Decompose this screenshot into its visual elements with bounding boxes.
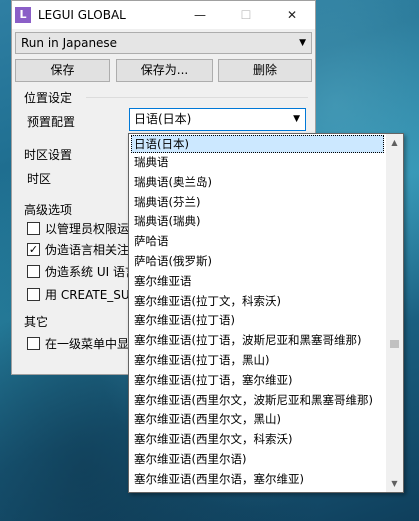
list-item[interactable]: 塞尔维亚语(拉丁语，波斯尼亚和黑塞哥维那) bbox=[129, 331, 386, 351]
option-create-suspended[interactable]: 用 CREATE_SUSP bbox=[27, 286, 133, 303]
list-item[interactable]: 塞尔维亚语(拉丁语，黑山) bbox=[129, 351, 386, 371]
checkbox[interactable]: ✓ bbox=[27, 243, 40, 256]
scroll-up-icon[interactable]: ▲ bbox=[386, 134, 403, 151]
option-label: 伪造系统 UI 语言 bbox=[45, 265, 133, 279]
advanced-group-title: 高级选项 bbox=[24, 203, 73, 217]
minimize-button[interactable]: — bbox=[177, 1, 223, 29]
checkbox[interactable] bbox=[27, 222, 40, 235]
other-group-title: 其它 bbox=[24, 315, 49, 329]
preset-label: 预置配置 bbox=[27, 115, 76, 129]
list-item[interactable]: 瑞典语(芬兰) bbox=[129, 193, 386, 213]
close-icon: ✕ bbox=[286, 8, 298, 22]
option-run-as-admin[interactable]: 以管理员权限运 bbox=[27, 220, 133, 237]
preset-select-value: 日语(日本) bbox=[134, 112, 192, 126]
option-fake-language[interactable]: ✓ 伪造语言相关注 bbox=[27, 241, 133, 258]
list-item[interactable]: 瑞典语(奥兰岛) bbox=[129, 173, 386, 193]
list-item[interactable]: 塞尔维亚语(西里尔文，黑山) bbox=[129, 410, 386, 430]
list-item[interactable]: 日语(日本) bbox=[131, 135, 384, 153]
checkbox[interactable] bbox=[27, 337, 40, 350]
scrollbar-thumb[interactable] bbox=[390, 340, 399, 348]
save-as-button[interactable]: 保存为... bbox=[116, 59, 213, 82]
timezone-label: 时区 bbox=[27, 172, 52, 186]
list-item[interactable]: 塞尔维亚语(拉丁语) bbox=[129, 311, 386, 331]
dropdown-scrollbar[interactable]: ▲ ▼ bbox=[386, 134, 403, 492]
option-fake-ui-language[interactable]: 伪造系统 UI 语言 bbox=[27, 263, 133, 280]
profile-select[interactable]: Run in Japanese ▼ bbox=[15, 32, 312, 54]
maximize-button: ☐ bbox=[223, 1, 269, 29]
list-item[interactable]: 塞尔维亚语(西里尔文，波斯尼亚和黑塞哥维那) bbox=[129, 391, 386, 411]
group-divider bbox=[86, 97, 308, 98]
option-label: 用 CREATE_SUSP bbox=[45, 288, 133, 302]
list-item[interactable]: 塞尔维亚语(拉丁语，塞尔维亚) bbox=[129, 371, 386, 391]
chevron-down-icon: ▼ bbox=[299, 38, 306, 48]
minimize-icon: — bbox=[194, 8, 206, 22]
profile-select-value: Run in Japanese bbox=[21, 36, 118, 50]
scroll-down-icon[interactable]: ▼ bbox=[386, 475, 403, 492]
option-show-in-menu[interactable]: 在一级菜单中显 bbox=[27, 335, 133, 352]
location-group-title: 位置设定 bbox=[24, 91, 73, 105]
option-label: 伪造语言相关注 bbox=[45, 243, 130, 257]
preset-dropdown-list[interactable]: 日语(日本) 瑞典语 瑞典语(奥兰岛) 瑞典语(芬兰) 瑞典语(瑞典) 萨哈语 … bbox=[128, 133, 404, 493]
list-item[interactable]: 萨哈语(俄罗斯) bbox=[129, 252, 386, 272]
timezone-group-title: 时区设置 bbox=[24, 148, 73, 162]
window-title: LEGUI GLOBAL bbox=[38, 8, 126, 22]
chevron-down-icon: ▼ bbox=[293, 114, 300, 124]
list-item[interactable]: 塞尔维亚语(拉丁文，科索沃) bbox=[129, 292, 386, 312]
list-item[interactable]: 塞尔维亚语(西里尔语，塞尔维亚) bbox=[129, 470, 386, 490]
list-item[interactable]: 塞尔维亚语(西里尔文，科索沃) bbox=[129, 430, 386, 450]
list-item[interactable]: 塞尔维亚语 bbox=[129, 272, 386, 292]
list-item[interactable]: 塞尔维亚语(西里尔语) bbox=[129, 450, 386, 470]
list-item[interactable]: 萨哈语 bbox=[129, 232, 386, 252]
checkbox[interactable] bbox=[27, 288, 40, 301]
save-button[interactable]: 保存 bbox=[15, 59, 110, 82]
app-icon: L bbox=[15, 7, 31, 23]
checkbox[interactable] bbox=[27, 265, 40, 278]
list-item[interactable]: 瑞典语 bbox=[129, 153, 386, 173]
option-label: 在一级菜单中显 bbox=[45, 337, 130, 351]
close-button[interactable]: ✕ bbox=[269, 1, 315, 29]
option-label: 以管理员权限运 bbox=[45, 222, 130, 236]
title-bar: L LEGUI GLOBAL — ☐ ✕ bbox=[12, 1, 315, 29]
dropdown-items: 日语(日本) 瑞典语 瑞典语(奥兰岛) 瑞典语(芬兰) 瑞典语(瑞典) 萨哈语 … bbox=[129, 134, 386, 490]
list-item[interactable]: 瑞典语(瑞典) bbox=[129, 212, 386, 232]
preset-select[interactable]: 日语(日本) ▼ bbox=[129, 108, 306, 131]
delete-button[interactable]: 删除 bbox=[218, 59, 312, 82]
maximize-icon: ☐ bbox=[240, 8, 252, 22]
